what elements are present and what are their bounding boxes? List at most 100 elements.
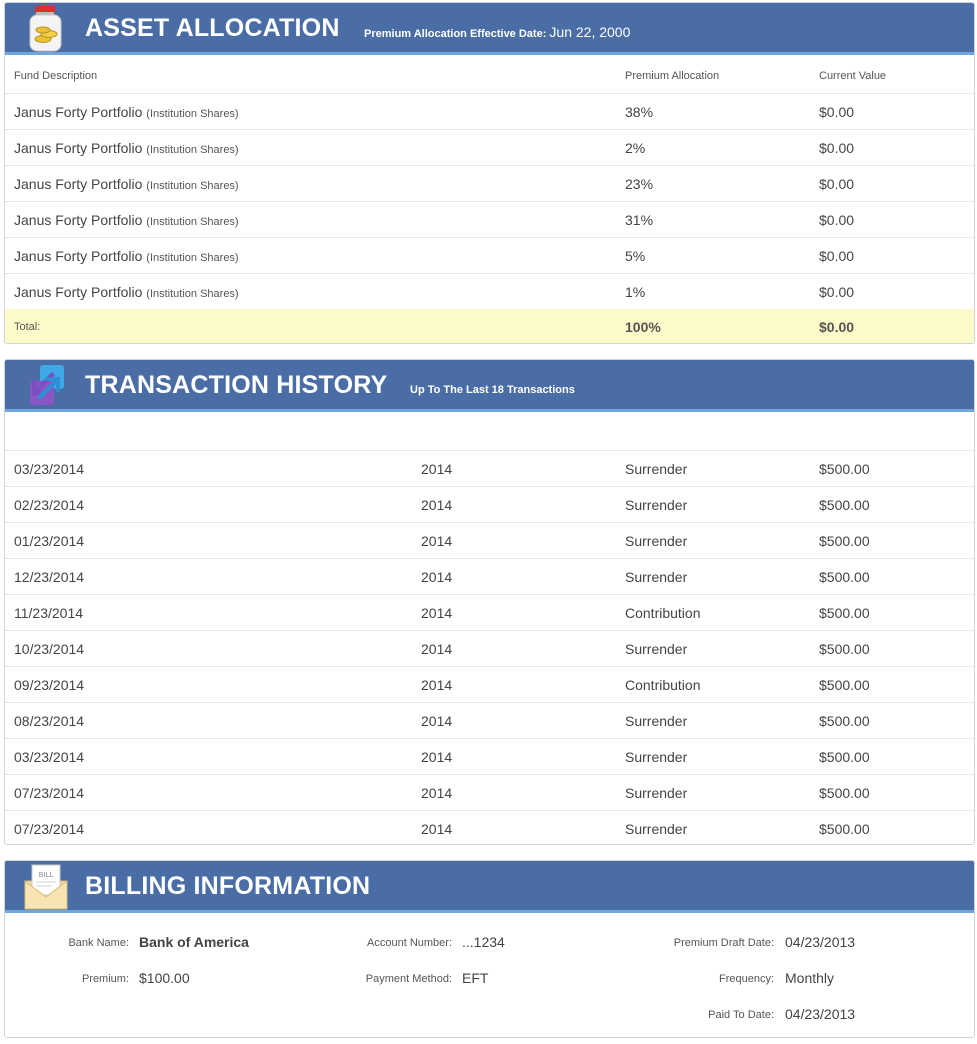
transaction-type: Surrender bbox=[625, 785, 688, 801]
fund-description: Janus Forty Portfolio (Institution Share… bbox=[14, 202, 239, 238]
billing-information-panel: BILL BILLING INFORMATION Bank Name: Bank… bbox=[4, 860, 975, 1038]
transaction-row: 09/23/2014 2014 Contribution $500.00 bbox=[5, 667, 974, 703]
transaction-type: Contribution bbox=[625, 605, 701, 621]
frequency-label: Frequency: bbox=[718, 973, 774, 985]
allocation-row: Janus Forty Portfolio (Institution Share… bbox=[5, 166, 974, 202]
transaction-history-title: TRANSACTION HISTORY bbox=[85, 371, 388, 399]
fund-name: Janus Forty Portfolio bbox=[14, 248, 143, 264]
allocation-effective-date: Premium Allocation Effective Date: Jun 2… bbox=[364, 24, 630, 40]
fund-description: Janus Forty Portfolio (Institution Share… bbox=[14, 94, 239, 130]
column-header-allocation: Premium Allocation bbox=[625, 70, 720, 82]
share-class: (Institution Shares) bbox=[146, 252, 239, 264]
transaction-type: Surrender bbox=[625, 641, 688, 657]
premium-allocation: 5% bbox=[625, 248, 646, 264]
transaction-date: 07/23/2014 bbox=[14, 785, 85, 801]
allocation-row: Janus Forty Portfolio (Institution Share… bbox=[5, 202, 974, 238]
transaction-history-subtitle: Up To The Last 18 Transactions bbox=[410, 384, 575, 396]
premium-label: Premium: bbox=[81, 973, 129, 985]
transaction-row: 02/23/2014 2014 Surrender $500.00 bbox=[5, 487, 974, 523]
premium-allocation: 23% bbox=[625, 176, 654, 192]
transaction-date: 02/23/2014 bbox=[14, 497, 85, 513]
premium-draft-date-value: 04/23/2013 bbox=[785, 934, 856, 950]
transaction-type: Contribution bbox=[625, 677, 701, 693]
allocation-row: Janus Forty Portfolio (Institution Share… bbox=[5, 238, 974, 274]
transaction-type: Surrender bbox=[625, 713, 688, 729]
bank-name-label: Bank Name: bbox=[68, 937, 129, 949]
transaction-row: 10/23/2014 2014 Surrender $500.00 bbox=[5, 631, 974, 667]
fund-description: Janus Forty Portfolio (Institution Share… bbox=[14, 274, 239, 310]
transaction-row: 11/23/2014 2014 Contribution $500.00 bbox=[5, 595, 974, 631]
effective-date-label: Premium Allocation Effective Date: bbox=[364, 28, 547, 40]
transaction-row: 07/23/2014 2014 Surrender $500.00 bbox=[5, 811, 974, 844]
bank-name-value: Bank of America bbox=[139, 934, 249, 950]
fund-name: Janus Forty Portfolio bbox=[14, 104, 143, 120]
share-class: (Institution Shares) bbox=[146, 144, 239, 156]
premium-allocation: 2% bbox=[625, 140, 646, 156]
transaction-row: 07/23/2014 2014 Surrender $500.00 bbox=[5, 775, 974, 811]
current-value: $0.00 bbox=[819, 104, 855, 120]
current-value: $0.00 bbox=[819, 284, 855, 300]
transaction-header-row bbox=[5, 415, 974, 451]
allocation-total-row: Total: 100% $0.00 bbox=[5, 309, 974, 343]
asset-allocation-header: ASSET ALLOCATION Premium Allocation Effe… bbox=[5, 3, 974, 55]
transaction-row: 03/23/2014 2014 Surrender $500.00 bbox=[5, 739, 974, 775]
transaction-amount: $500.00 bbox=[819, 605, 870, 621]
transaction-row: 12/23/2014 2014 Surrender $500.00 bbox=[5, 559, 974, 595]
transaction-amount: $500.00 bbox=[819, 497, 870, 513]
current-value: $0.00 bbox=[819, 140, 855, 156]
fund-name: Janus Forty Portfolio bbox=[14, 140, 143, 156]
fund-description: Janus Forty Portfolio (Institution Share… bbox=[14, 130, 239, 166]
share-class: (Institution Shares) bbox=[146, 180, 239, 192]
transaction-amount: $500.00 bbox=[819, 461, 870, 477]
premium-allocation: 1% bbox=[625, 284, 646, 300]
premium-allocation: 38% bbox=[625, 104, 654, 120]
fund-name: Janus Forty Portfolio bbox=[14, 212, 143, 228]
transaction-amount: $500.00 bbox=[819, 821, 870, 837]
transaction-year: 2014 bbox=[421, 605, 453, 621]
current-value: $0.00 bbox=[819, 248, 855, 264]
transaction-year: 2014 bbox=[421, 749, 453, 765]
fund-description: Janus Forty Portfolio (Institution Share… bbox=[14, 238, 239, 274]
transaction-row: 01/23/2014 2014 Surrender $500.00 bbox=[5, 523, 974, 559]
column-header-value: Current Value bbox=[819, 70, 887, 82]
paid-to-date-label: Paid To Date: bbox=[708, 1009, 774, 1021]
fund-description: Janus Forty Portfolio (Institution Share… bbox=[14, 166, 239, 202]
transaction-amount: $500.00 bbox=[819, 713, 870, 729]
transaction-date: 09/23/2014 bbox=[14, 677, 85, 693]
transaction-type: Surrender bbox=[625, 821, 688, 837]
transaction-year: 2014 bbox=[421, 569, 453, 585]
bill-envelope-icon: BILL bbox=[24, 864, 68, 910]
effective-date-value: Jun 22, 2000 bbox=[549, 24, 631, 40]
coin-jar-icon bbox=[29, 6, 62, 52]
total-label: Total: bbox=[14, 321, 41, 333]
transaction-year: 2014 bbox=[421, 713, 453, 729]
account-number-label: Account Number: bbox=[367, 937, 452, 949]
transaction-date: 12/23/2014 bbox=[14, 569, 85, 585]
transaction-amount: $500.00 bbox=[819, 749, 870, 765]
billing-information-header: BILL BILLING INFORMATION bbox=[5, 861, 974, 913]
transfer-arrows-icon bbox=[30, 365, 64, 405]
payment-method-label: Payment Method: bbox=[365, 973, 452, 985]
column-header-fund: Fund Description bbox=[14, 70, 98, 82]
share-class: (Institution Shares) bbox=[146, 108, 239, 120]
transaction-date: 10/23/2014 bbox=[14, 641, 85, 657]
current-value: $0.00 bbox=[819, 176, 855, 192]
allocation-row: Janus Forty Portfolio (Institution Share… bbox=[5, 274, 974, 310]
transaction-type: Surrender bbox=[625, 497, 688, 513]
transaction-date: 07/23/2014 bbox=[14, 821, 85, 837]
allocation-row: Janus Forty Portfolio (Institution Share… bbox=[5, 130, 974, 166]
transaction-history-panel: TRANSACTION HISTORY Up To The Last 18 Tr… bbox=[4, 359, 975, 845]
transaction-date: 11/23/2014 bbox=[14, 605, 84, 621]
transaction-amount: $500.00 bbox=[819, 533, 870, 549]
transaction-amount: $500.00 bbox=[819, 677, 870, 693]
asset-allocation-panel: ASSET ALLOCATION Premium Allocation Effe… bbox=[4, 2, 975, 344]
transaction-row: 03/23/2014 2014 Surrender $500.00 bbox=[5, 451, 974, 487]
total-value: $0.00 bbox=[819, 319, 855, 335]
transaction-year: 2014 bbox=[421, 785, 453, 801]
fund-name: Janus Forty Portfolio bbox=[14, 176, 143, 192]
transaction-year: 2014 bbox=[421, 497, 453, 513]
transaction-type: Surrender bbox=[625, 461, 688, 477]
fund-name: Janus Forty Portfolio bbox=[14, 284, 143, 300]
allocation-header-row: Fund Description Premium Allocation Curr… bbox=[5, 58, 974, 94]
bill-icon-text: BILL bbox=[39, 871, 54, 879]
